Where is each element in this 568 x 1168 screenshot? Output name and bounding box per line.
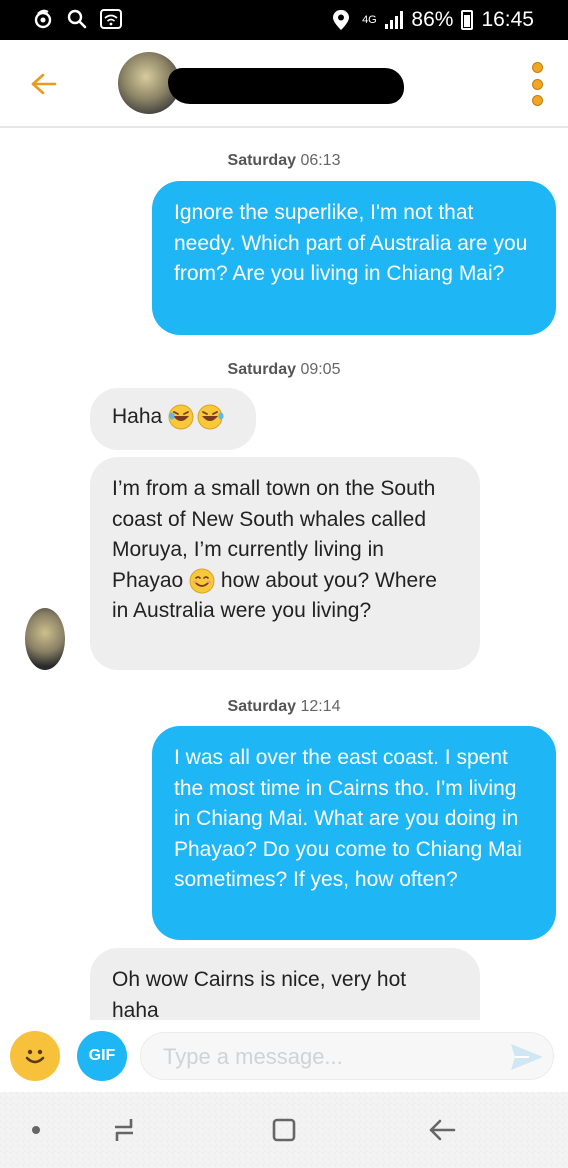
- smiley-icon: [25, 1049, 45, 1064]
- back-arrow-icon: [429, 1119, 456, 1141]
- redaction-mark: [168, 68, 404, 104]
- location-icon: [331, 9, 353, 31]
- message-input[interactable]: [163, 1039, 493, 1075]
- system-nav-bar: [0, 1092, 568, 1168]
- timestamp: Saturday 06:13: [227, 152, 341, 169]
- more-vertical-icon: [531, 62, 543, 73]
- message-input-wrap: [140, 1032, 554, 1080]
- back-nav-button[interactable]: [422, 1112, 462, 1148]
- arrow-left-icon: [31, 73, 57, 95]
- message-composer: GIF: [0, 1020, 568, 1092]
- received-message[interactable]: I’m from a small town on the South coast…: [90, 457, 480, 670]
- network-type: 4G: [362, 14, 377, 26]
- home-square-icon: [272, 1118, 296, 1142]
- clock: 16:45: [481, 8, 534, 31]
- nav-dot-button[interactable]: [16, 1112, 56, 1148]
- sent-message[interactable]: I was all over the east coast. I spent t…: [152, 726, 556, 940]
- back-button[interactable]: [24, 64, 64, 104]
- status-bar: 4G 86% 16:45: [0, 0, 568, 40]
- send-button[interactable]: [509, 1041, 545, 1073]
- more-options-button[interactable]: [528, 62, 546, 106]
- app-notification-icon: [32, 8, 54, 30]
- smiling-emoji-icon: [189, 568, 215, 594]
- received-message[interactable]: Oh wow Cairns is nice, very hot haha: [90, 948, 480, 1020]
- recent-apps-icon: [115, 1119, 133, 1141]
- timestamp: Saturday 09:05: [227, 361, 341, 378]
- battery-icon: [461, 10, 474, 30]
- gif-button[interactable]: GIF: [77, 1031, 127, 1081]
- send-icon: [511, 1044, 543, 1070]
- signal-icon: [385, 11, 404, 29]
- sent-message[interactable]: Ignore the superlike, I'm not that needy…: [152, 181, 556, 335]
- timestamp: Saturday 12:14: [227, 698, 341, 715]
- chat-header: Sh: [0, 40, 568, 128]
- contact-name-area[interactable]: Sh: [168, 62, 404, 110]
- message-list[interactable]: Saturday 06:13 Ignore the superlike, I'm…: [0, 130, 568, 1020]
- home-button[interactable]: [264, 1112, 304, 1148]
- recent-apps-button[interactable]: [104, 1112, 144, 1148]
- received-message[interactable]: Haha: [90, 388, 256, 450]
- dot-icon: [32, 1126, 40, 1134]
- battery-percent: 86%: [411, 8, 454, 31]
- emoji-button[interactable]: [10, 1031, 60, 1081]
- contact-avatar-small[interactable]: [25, 608, 65, 670]
- laughing-emoji-icon: [168, 404, 224, 430]
- search-icon: [66, 8, 88, 30]
- wifi-icon: [100, 8, 122, 30]
